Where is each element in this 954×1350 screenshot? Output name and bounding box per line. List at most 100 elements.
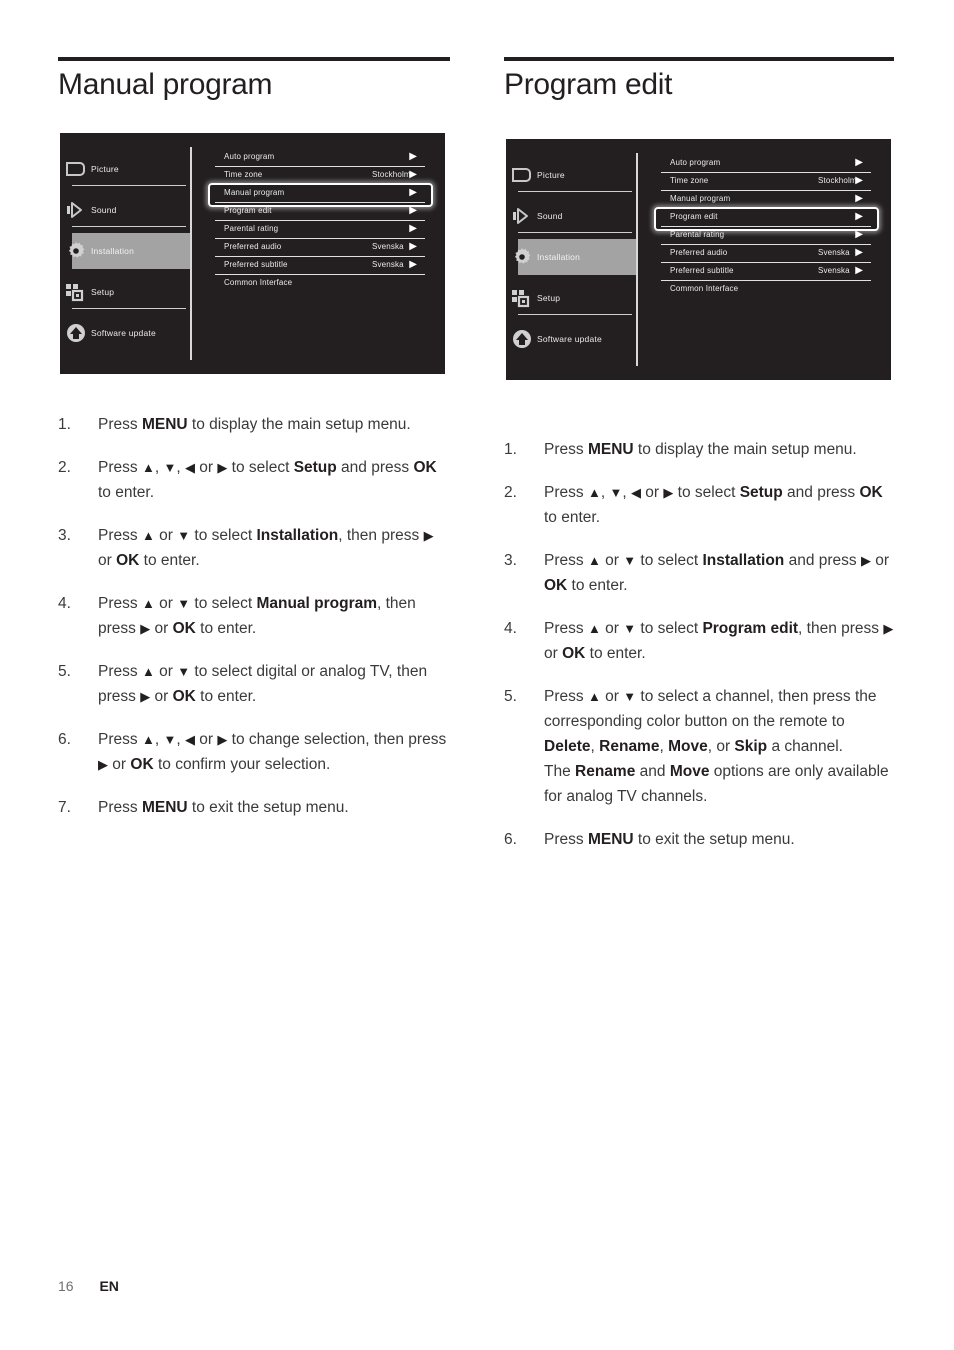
- instruction-step: 6. Press MENU to exit the setup menu.: [504, 827, 896, 852]
- speaker-icon: [64, 198, 88, 222]
- sidebar-item-label: Installation: [537, 252, 581, 262]
- step-number: 4.: [504, 620, 517, 637]
- chevron-right-icon: ▶: [855, 157, 863, 168]
- instruction-step: 5. Press ▲ or ▼ to select a channel, then…: [504, 684, 896, 809]
- osd-menu-item-parental-rating[interactable]: Parental rating ▶: [658, 227, 879, 245]
- osd-menu-list-right: Auto program ▶ Time zone Stockholm ▶ Manual p…: [654, 155, 879, 299]
- osd-item-label: Parental rating: [224, 224, 279, 233]
- chevron-right-icon: ▶: [855, 247, 863, 258]
- page-footer: 16 EN: [58, 1278, 119, 1294]
- step-text: Press ▲ or ▼ to select a channel, then p…: [544, 688, 889, 805]
- osd-item-label: Preferred audio: [224, 242, 282, 251]
- sidebar-separator: [72, 226, 186, 227]
- osd-item-value: Svenska: [372, 242, 404, 251]
- instruction-steps-right: 1. Press MENU to display the main setup m…: [504, 437, 896, 870]
- osd-item-label: Time zone: [224, 170, 263, 179]
- step-number: 7.: [58, 799, 71, 816]
- step-number: 1.: [504, 441, 517, 458]
- chevron-right-icon: ▶: [855, 193, 863, 204]
- osd-menu-item-preferred-audio[interactable]: Preferred audio Svenska ▶: [212, 239, 433, 257]
- osd-item-label: Time zone: [670, 176, 709, 185]
- picture-screen-icon: [64, 157, 88, 181]
- sidebar-item-label: Picture: [91, 164, 119, 174]
- step-text: Press ▲, ▼, ◀ or ▶ to change selection, …: [98, 731, 447, 773]
- chevron-right-icon: ▶: [409, 169, 417, 180]
- sidebar-item-picture[interactable]: Picture: [60, 149, 190, 189]
- sidebar-item-sound[interactable]: Sound: [506, 196, 636, 236]
- title-rule-right: [504, 57, 894, 61]
- osd-item-label: Common Interface: [224, 278, 293, 287]
- step-text: Press ▲ or ▼ to select digital or analog…: [98, 663, 428, 705]
- osd-item-label: Preferred subtitle: [224, 260, 288, 269]
- step-number: 6.: [58, 731, 71, 748]
- osd-menu-item-program-edit[interactable]: Program edit ▶: [654, 207, 879, 231]
- page-title-left: Manual program: [58, 68, 273, 101]
- gear-icon: [510, 245, 534, 269]
- arrow-up-circle-icon: [510, 327, 534, 351]
- osd-item-value: Stockholm: [372, 170, 411, 179]
- osd-menu-item-common-interface[interactable]: Common Interface: [658, 281, 879, 299]
- chevron-right-icon: ▶: [409, 205, 417, 216]
- sidebar-item-label: Installation: [91, 246, 135, 256]
- osd-item-value: Stockholm: [818, 176, 857, 185]
- sidebar-separator: [72, 308, 186, 309]
- chevron-right-icon: ▶: [855, 229, 863, 240]
- step-text: Press ▲ or ▼ to select Program edit, the…: [544, 620, 894, 662]
- sidebar-item-installation[interactable]: Installation: [60, 231, 190, 271]
- tv-osd-screenshot-manual-program: Picture Sound Installation Setup Software up…: [60, 133, 445, 374]
- osd-sidebar-right: Picture Sound Installation Setup Software up…: [506, 139, 636, 380]
- osd-item-label: Preferred audio: [670, 248, 728, 257]
- step-text: Press ▲, ▼, ◀ or ▶ to select Setup and p…: [544, 484, 883, 526]
- step-number: 2.: [58, 459, 71, 476]
- osd-menu-item-preferred-subtitle[interactable]: Preferred subtitle Svenska ▶: [658, 263, 879, 281]
- osd-menu-item-auto-program[interactable]: Auto program ▶: [212, 149, 433, 167]
- sidebar-item-label: Sound: [91, 205, 117, 215]
- chevron-right-icon: ▶: [409, 151, 417, 162]
- step-text: Press ▲ or ▼ to select Manual program, t…: [98, 595, 416, 637]
- instruction-step: 3. Press ▲ or ▼ to select Installation an…: [504, 548, 896, 598]
- osd-menu-item-auto-program[interactable]: Auto program ▶: [658, 155, 879, 173]
- sidebar-item-software-update[interactable]: Software update: [60, 313, 190, 353]
- osd-menu-item-preferred-audio[interactable]: Preferred audio Svenska ▶: [658, 245, 879, 263]
- osd-item-value: Svenska: [818, 248, 850, 257]
- chevron-right-icon: ▶: [409, 187, 417, 198]
- step-number: 6.: [504, 831, 517, 848]
- osd-sidebar-left: Picture Sound Installation Setup Software up…: [60, 133, 190, 374]
- step-text: Press ▲, ▼, ◀ or ▶ to select Setup and p…: [98, 459, 437, 501]
- title-rule-left: [58, 57, 450, 61]
- step-text: Press MENU to display the main setup men…: [544, 441, 857, 458]
- osd-menu-item-manual-program[interactable]: Manual program ▶: [208, 183, 433, 207]
- step-number: 5.: [504, 688, 517, 705]
- instruction-step: 5. Press ▲ or ▼ to select digital or anal…: [58, 659, 450, 709]
- chevron-right-icon: ▶: [409, 259, 417, 270]
- sidebar-item-setup[interactable]: Setup: [60, 272, 190, 312]
- osd-item-label: Auto program: [224, 152, 275, 161]
- osd-menu-item-program-edit[interactable]: Program edit ▶: [212, 203, 433, 221]
- osd-menu-item-preferred-subtitle[interactable]: Preferred subtitle Svenska ▶: [212, 257, 433, 275]
- chevron-right-icon: ▶: [855, 211, 863, 222]
- step-text: Press ▲ or ▼ to select Installation, the…: [98, 527, 434, 569]
- step-number: 3.: [58, 527, 71, 544]
- chevron-right-icon: ▶: [855, 265, 863, 276]
- sidebar-item-sound[interactable]: Sound: [60, 190, 190, 230]
- osd-menu-item-common-interface[interactable]: Common Interface: [212, 275, 433, 293]
- chevron-right-icon: ▶: [855, 175, 863, 186]
- osd-item-label: Manual program: [224, 188, 285, 197]
- sidebar-item-software-update[interactable]: Software update: [506, 319, 636, 359]
- sidebar-item-installation[interactable]: Installation: [506, 237, 636, 277]
- instruction-steps-left: 1. Press MENU to display the main setup m…: [58, 412, 450, 838]
- instruction-step: 4. Press ▲ or ▼ to select Program edit, t…: [504, 616, 896, 666]
- gear-icon: [64, 239, 88, 263]
- speaker-icon: [510, 204, 534, 228]
- osd-menu-item-parental-rating[interactable]: Parental rating ▶: [212, 221, 433, 239]
- osd-item-label: Auto program: [670, 158, 721, 167]
- osd-menu-item-time-zone[interactable]: Time zone Stockholm ▶: [658, 173, 879, 191]
- step-number: 3.: [504, 552, 517, 569]
- arrow-up-circle-icon: [64, 321, 88, 345]
- osd-menu-list-left: Auto program ▶ Time zone Stockholm ▶ Manual p…: [208, 149, 433, 293]
- sidebar-item-picture[interactable]: Picture: [506, 155, 636, 195]
- osd-item-value: Svenska: [372, 260, 404, 269]
- step-number: 1.: [58, 416, 71, 433]
- sidebar-item-setup[interactable]: Setup: [506, 278, 636, 318]
- instruction-step: 4. Press ▲ or ▼ to select Manual program,…: [58, 591, 450, 641]
